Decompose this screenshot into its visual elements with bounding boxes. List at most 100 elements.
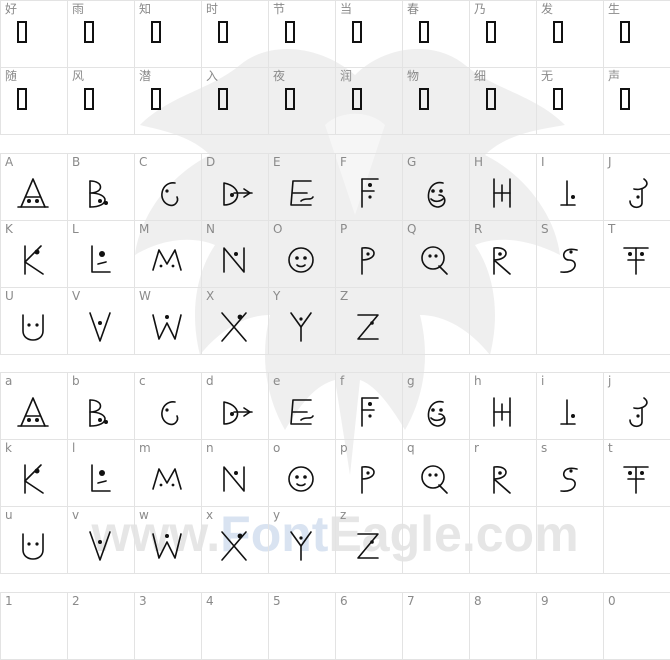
glyph-cell: D xyxy=(202,154,269,220)
glyph-preview-icon xyxy=(560,467,578,492)
glyph-label: W xyxy=(139,289,151,303)
chinese-preview-grid: 好 雨 知 时 节 当 春 乃 发 生随 风 潜 入 夜 润 物 细 无 声 xyxy=(0,0,670,135)
glyph-cell: R xyxy=(470,221,537,287)
glyph-preview-icon xyxy=(22,314,44,341)
glyph-cell: 8 xyxy=(470,593,537,659)
glyph-preview-icon xyxy=(91,245,111,273)
glyph-cell: u xyxy=(1,507,68,573)
glyph-label: 风 xyxy=(72,69,85,83)
glyph-label: M xyxy=(139,222,150,236)
glyph-label: c xyxy=(139,374,146,388)
missing-glyph-icon xyxy=(620,21,630,43)
glyph-preview-icon xyxy=(493,397,511,427)
glyph-cell xyxy=(537,507,604,573)
lowercase-preview-grid: a b c d e f g h i j k l m n o p q r s t u v w x y z xyxy=(0,372,670,574)
missing-glyph-icon xyxy=(620,88,630,110)
glyph-label: j xyxy=(608,374,612,388)
glyph-label: f xyxy=(340,374,345,388)
missing-glyph-icon xyxy=(17,88,27,110)
glyph-label: 4 xyxy=(206,594,214,608)
glyph-label: b xyxy=(72,374,80,388)
glyph-cell: 细 xyxy=(470,68,537,134)
glyph-label: q xyxy=(407,441,415,455)
missing-glyph-icon xyxy=(352,88,362,110)
glyph-cell: F xyxy=(336,154,403,220)
glyph-label: B xyxy=(72,155,81,169)
glyph-preview-icon xyxy=(290,399,314,425)
glyph-label: 1 xyxy=(5,594,13,608)
glyph-cell: 知 xyxy=(135,1,202,67)
glyph-cell: X xyxy=(202,288,269,354)
missing-glyph-icon xyxy=(285,21,295,43)
glyph-preview-icon xyxy=(629,178,648,209)
glyph-cell: k xyxy=(1,440,68,506)
glyph-cell: 3 xyxy=(135,593,202,659)
glyph-cell: 潜 xyxy=(135,68,202,134)
glyph-cell: h xyxy=(470,373,537,439)
glyph-label: O xyxy=(273,222,283,236)
glyph-cell: E xyxy=(269,154,336,220)
glyph-label: R xyxy=(474,222,483,236)
glyph-label: 5 xyxy=(273,594,281,608)
glyph-preview-icon xyxy=(623,247,649,275)
glyph-cell xyxy=(470,507,537,573)
glyph-cell: n xyxy=(202,440,269,506)
glyph-label: D xyxy=(206,155,216,169)
missing-glyph-icon xyxy=(218,21,228,43)
glyph-label: G xyxy=(407,155,417,169)
glyph-preview-icon xyxy=(421,465,448,494)
glyph-cell: S xyxy=(537,221,604,287)
glyph-cell: L xyxy=(68,221,135,287)
glyph-label: s xyxy=(541,441,548,455)
glyph-label: 时 xyxy=(206,2,219,16)
glyph-cell: 7 xyxy=(403,593,470,659)
glyph-cell: f xyxy=(336,373,403,439)
glyph-cell: Q xyxy=(403,221,470,287)
glyph-cell: Z xyxy=(336,288,403,354)
glyph-label: n xyxy=(206,441,214,455)
glyph-label: Q xyxy=(407,222,417,236)
glyph-label: 声 xyxy=(608,69,621,83)
glyph-cell: J xyxy=(604,154,670,220)
glyph-preview-icon xyxy=(493,466,511,494)
glyph-preview-icon xyxy=(288,247,314,273)
glyph-preview-icon xyxy=(223,247,245,273)
glyph-preview-icon xyxy=(89,312,111,342)
glyph-preview-icon xyxy=(357,533,379,559)
glyph-preview-icon xyxy=(361,397,379,427)
glyph-cell: 润 xyxy=(336,68,403,134)
glyph-preview-icon xyxy=(152,314,182,340)
glyph-cell: r xyxy=(470,440,537,506)
glyph-label: l xyxy=(72,441,76,455)
glyph-cell: 生 xyxy=(604,1,670,67)
missing-glyph-icon xyxy=(553,88,563,110)
grid-row: 1 2 3 4 5 6 7 8 9 0 xyxy=(1,593,670,660)
glyph-label: 2 xyxy=(72,594,80,608)
glyph-cell: t xyxy=(604,440,670,506)
glyph-preview-icon xyxy=(17,178,49,208)
glyph-cell: 1 xyxy=(1,593,68,659)
glyph-cell: 乃 xyxy=(470,1,537,67)
glyph-label: 0 xyxy=(608,594,616,608)
missing-glyph-icon xyxy=(553,21,563,43)
glyph-cell xyxy=(403,288,470,354)
glyph-label: N xyxy=(206,222,215,236)
glyph-cell xyxy=(403,507,470,573)
glyph-label: 润 xyxy=(340,69,353,83)
glyph-cell: l xyxy=(68,440,135,506)
glyph-cell: y xyxy=(269,507,336,573)
glyph-preview-icon xyxy=(560,248,578,273)
glyph-cell: s xyxy=(537,440,604,506)
glyph-label: C xyxy=(139,155,148,169)
grid-row: k l m n o p q r s t xyxy=(1,440,670,507)
glyph-label: 雨 xyxy=(72,2,85,16)
missing-glyph-icon xyxy=(151,88,161,110)
glyph-label: m xyxy=(139,441,151,455)
glyph-label: z xyxy=(340,508,347,522)
glyph-label: F xyxy=(340,155,347,169)
glyph-label: 9 xyxy=(541,594,549,608)
glyph-label: e xyxy=(273,374,281,388)
glyph-label: g xyxy=(407,374,415,388)
glyph-cell: Y xyxy=(269,288,336,354)
glyph-cell: 雨 xyxy=(68,1,135,67)
